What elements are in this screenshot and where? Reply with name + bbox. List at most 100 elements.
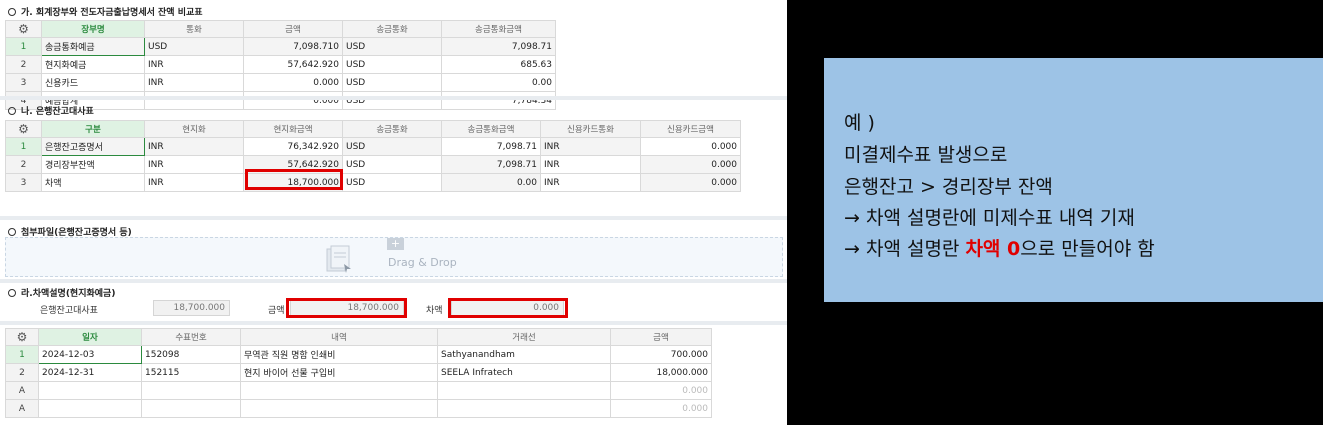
cell-currency[interactable]: USD xyxy=(144,37,244,56)
cell-date[interactable] xyxy=(38,381,142,400)
section-divider xyxy=(0,96,787,100)
cell-currency[interactable]: INR xyxy=(144,73,244,92)
cell-description[interactable]: 무역관 직원 명함 인쇄비 xyxy=(240,345,438,364)
cell-date[interactable]: 2024-12-03 xyxy=(38,345,142,364)
cell-amount[interactable]: 700.000 xyxy=(610,345,712,364)
cell-description[interactable]: 현지 바이어 선물 구입비 xyxy=(240,363,438,382)
row-number: 1 xyxy=(5,37,42,56)
col-header-amount[interactable]: 금액 xyxy=(243,20,343,38)
table-row[interactable]: 3 신용카드 INR 0.000 USD 0.00 xyxy=(5,73,556,92)
cell-remit-amount[interactable]: 685.63 xyxy=(441,55,556,74)
cell-category[interactable]: 차액 xyxy=(41,173,145,192)
cell-local-currency[interactable]: INR xyxy=(144,173,244,192)
note-line-5-emphasis: 차액 0 xyxy=(965,238,1021,260)
cell-remit-amount[interactable]: 0.00 xyxy=(441,73,556,92)
cell-remit-currency[interactable]: USD xyxy=(342,91,442,110)
col-header-remit-currency[interactable]: 송금통화 xyxy=(342,120,442,138)
cell-description[interactable] xyxy=(240,399,438,418)
cell-vendor[interactable] xyxy=(437,381,611,400)
cell-category[interactable]: 은행잔고증명서 xyxy=(41,137,145,156)
cell-local-currency[interactable]: INR xyxy=(144,137,244,156)
cell-remit-amount[interactable]: 7,098.71 xyxy=(441,155,541,174)
cell-currency[interactable] xyxy=(144,91,244,110)
cell-card-amount[interactable]: 0.000 xyxy=(640,137,741,156)
cell-remit-currency[interactable]: USD xyxy=(342,73,442,92)
cell-description[interactable] xyxy=(240,381,438,400)
col-header-vendor[interactable]: 거래선 xyxy=(437,328,611,346)
cell-remit-currency[interactable]: USD xyxy=(342,137,442,156)
cell-bookname[interactable]: 신용카드 xyxy=(41,73,145,92)
table-row[interactable]: 3 차액 INR 18,700.000 USD 0.00 INR 0.000 xyxy=(5,173,741,192)
cell-vendor[interactable]: Sathyanandham xyxy=(437,345,611,364)
cell-remit-amount[interactable]: 7,784.34 xyxy=(441,91,556,110)
cell-card-currency[interactable]: INR xyxy=(540,173,641,192)
cell-date[interactable]: 2024-12-31 xyxy=(38,363,142,382)
cell-category[interactable]: 경리장부잔액 xyxy=(41,155,145,174)
cell-remit-amount[interactable]: 7,098.71 xyxy=(441,137,541,156)
col-header-check-no[interactable]: 수표번호 xyxy=(141,328,241,346)
col-header-remit-amount[interactable]: 송금통화금액 xyxy=(441,120,541,138)
cell-bookname[interactable]: 현지화예금 xyxy=(41,55,145,74)
cell-card-currency[interactable]: INR xyxy=(540,155,641,174)
bank-recon-field[interactable]: 18,700.000 xyxy=(153,300,230,316)
cell-amount[interactable]: 57,642.920 xyxy=(243,55,343,74)
gear-icon[interactable]: ⚙ xyxy=(18,23,29,35)
cell-amount[interactable]: 18,000.000 xyxy=(610,363,712,382)
cell-remit-currency[interactable]: USD xyxy=(342,173,442,192)
cell-card-amount[interactable]: 0.000 xyxy=(640,173,741,192)
file-drop-zone[interactable]: + Drag & Drop xyxy=(5,237,783,277)
cell-local-amount[interactable]: 76,342.920 xyxy=(243,137,343,156)
table-row[interactable]: A 0.000 xyxy=(5,399,712,418)
table-row[interactable]: 2 2024-12-31 152115 현지 바이어 선물 구입비 SEELA … xyxy=(5,363,712,382)
cell-local-currency[interactable]: INR xyxy=(144,155,244,174)
col-header-remit-currency[interactable]: 송금통화 xyxy=(342,20,442,38)
col-header-description[interactable]: 내역 xyxy=(240,328,438,346)
col-header-remit-amount[interactable]: 송금통화금액 xyxy=(441,20,556,38)
col-header-bookname[interactable]: 장부명 xyxy=(41,20,145,38)
table-settings[interactable]: ⚙ xyxy=(5,20,42,38)
col-header-date[interactable]: 일자 xyxy=(38,328,142,346)
table-row[interactable]: 1 송금통화예금 USD 7,098.710 USD 7,098.71 xyxy=(5,37,556,56)
col-header-card-currency[interactable]: 신용카드통화 xyxy=(540,120,641,138)
cell-card-amount[interactable]: 0.000 xyxy=(640,155,741,174)
cell-remit-currency[interactable]: USD xyxy=(342,155,442,174)
col-header-local-amount[interactable]: 현지화금액 xyxy=(243,120,343,138)
table-row[interactable]: 2 경리장부잔액 INR 57,642.920 USD 7,098.71 INR… xyxy=(5,155,741,174)
add-file-button[interactable]: + xyxy=(387,238,404,250)
cell-vendor[interactable] xyxy=(437,399,611,418)
gear-icon[interactable]: ⚙ xyxy=(18,123,29,135)
cell-check-no[interactable] xyxy=(141,399,241,418)
col-header-local-currency[interactable]: 현지화 xyxy=(144,120,244,138)
cell-bookname[interactable]: 송금통화예금 xyxy=(41,37,145,56)
cell-amount[interactable]: 0.000 xyxy=(243,91,343,110)
cell-remit-amount[interactable]: 7,098.71 xyxy=(441,37,556,56)
cell-remit-currency[interactable]: USD xyxy=(342,37,442,56)
table-row[interactable]: A 0.000 xyxy=(5,381,712,400)
cell-amount[interactable]: 0.000 xyxy=(610,399,712,418)
annotation-note: 예 ) 미결제수표 발생으로 은행잔고 > 경리장부 잔액 → 차액 설명란에 … xyxy=(824,58,1323,302)
cell-amount[interactable]: 0.000 xyxy=(243,73,343,92)
col-header-amount[interactable]: 금액 xyxy=(610,328,712,346)
table-settings[interactable]: ⚙ xyxy=(5,120,42,138)
cell-check-no[interactable] xyxy=(141,381,241,400)
cell-currency[interactable]: INR xyxy=(144,55,244,74)
row-number: 2 xyxy=(5,155,42,174)
cell-date[interactable] xyxy=(38,399,142,418)
col-header-category[interactable]: 구분 xyxy=(41,120,145,138)
cell-remit-amount[interactable]: 0.00 xyxy=(441,173,541,192)
cell-check-no[interactable]: 152115 xyxy=(141,363,241,382)
drag-drop-label: Drag & Drop xyxy=(388,256,457,269)
cell-check-no[interactable]: 152098 xyxy=(141,345,241,364)
table-row[interactable]: 2 현지화예금 INR 57,642.920 USD 685.63 xyxy=(5,55,556,74)
table-row[interactable]: 1 2024-12-03 152098 무역관 직원 명함 인쇄비 Sathya… xyxy=(5,345,712,364)
table-row[interactable]: 1 은행잔고증명서 INR 76,342.920 USD 7,098.71 IN… xyxy=(5,137,741,156)
col-header-card-amount[interactable]: 신용카드금액 xyxy=(640,120,741,138)
cell-vendor[interactable]: SEELA Infratech xyxy=(437,363,611,382)
cell-card-currency[interactable]: INR xyxy=(540,137,641,156)
cell-amount[interactable]: 7,098.710 xyxy=(243,37,343,56)
gear-icon[interactable]: ⚙ xyxy=(17,331,28,343)
cell-remit-currency[interactable]: USD xyxy=(342,55,442,74)
col-header-currency[interactable]: 통화 xyxy=(144,20,244,38)
table-settings[interactable]: ⚙ xyxy=(5,328,39,346)
cell-amount[interactable]: 0.000 xyxy=(610,381,712,400)
